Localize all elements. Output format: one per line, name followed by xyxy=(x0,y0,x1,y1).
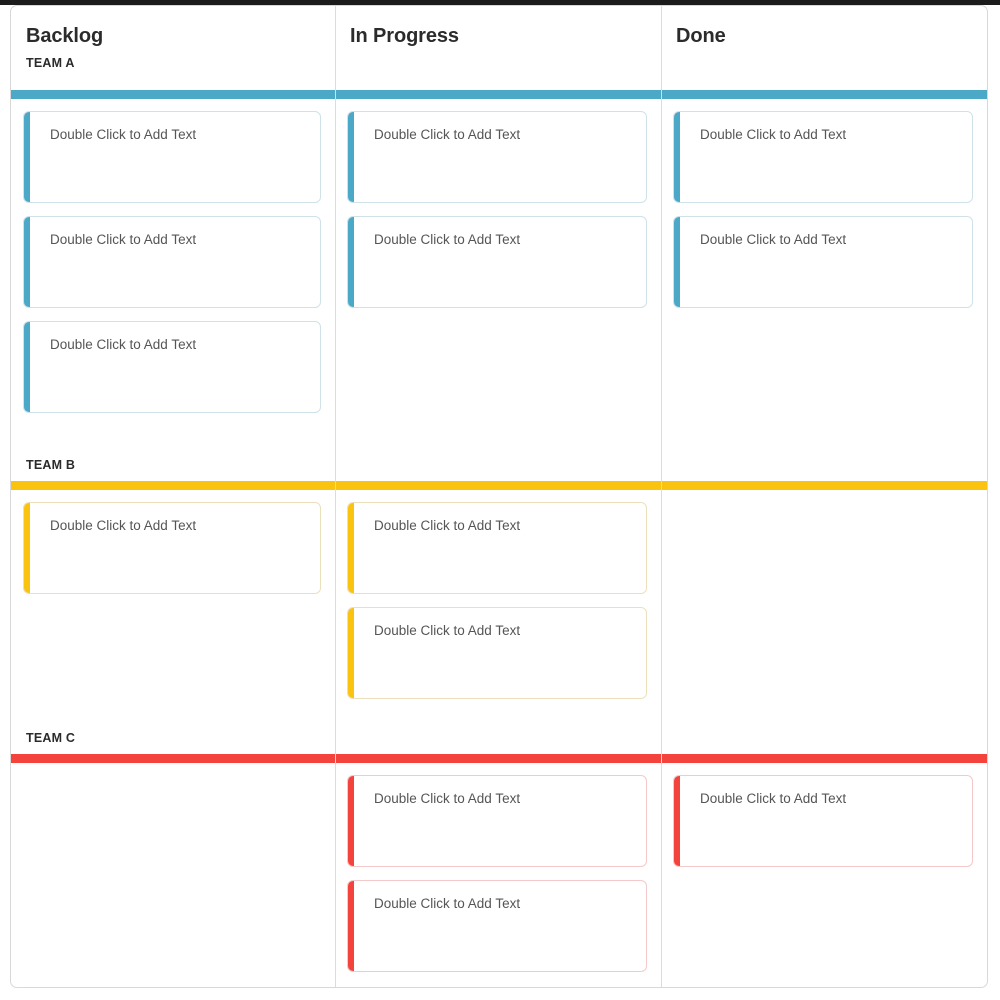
card-placeholder-text: Double Click to Add Text xyxy=(50,232,197,247)
card-placeholder-text: Double Click to Add Text xyxy=(374,518,521,533)
swimlane-team-b-done xyxy=(661,449,987,722)
swimlane-band-team-a xyxy=(11,90,335,99)
kanban-card[interactable]: Double Click to Add Text xyxy=(347,502,647,594)
swimlane-band-team-c xyxy=(11,754,335,763)
card-accent-bar xyxy=(24,112,30,202)
swimlane-label-row xyxy=(335,722,661,754)
card-accent-bar xyxy=(674,776,680,866)
card-placeholder-text: Double Click to Add Text xyxy=(374,232,521,247)
swimlane-label-row xyxy=(661,722,987,754)
card-placeholder-text: Double Click to Add Text xyxy=(374,127,521,142)
card-placeholder-text: Double Click to Add Text xyxy=(374,623,521,638)
kanban-card[interactable]: Double Click to Add Text xyxy=(673,111,973,203)
card-accent-bar xyxy=(348,608,354,698)
card-placeholder-text: Double Click to Add Text xyxy=(700,127,847,142)
swimlane-dropzone-team-b-backlog[interactable]: Double Click to Add Text xyxy=(11,490,335,722)
kanban-card[interactable]: Double Click to Add Text xyxy=(347,216,647,308)
swimlane-label-team-c: TEAM C xyxy=(26,731,76,745)
card-accent-bar xyxy=(24,322,30,412)
card-accent-bar xyxy=(348,881,354,971)
kanban-card[interactable]: Double Click to Add Text xyxy=(23,502,321,594)
column-divider xyxy=(335,6,336,987)
column-header-inprogress: In Progress xyxy=(335,6,661,90)
swimlane-team-a-inprogress: Double Click to Add Text Double Click to … xyxy=(335,90,661,449)
swimlane-band-team-b xyxy=(661,481,987,490)
swimlane-label-team-a: TEAM A xyxy=(26,56,75,70)
kanban-card[interactable]: Double Click to Add Text xyxy=(23,216,321,308)
column-title: Backlog xyxy=(26,25,104,47)
kanban-card[interactable]: Double Click to Add Text xyxy=(23,111,321,203)
swimlane-dropzone-team-a-inprogress[interactable]: Double Click to Add Text Double Click to … xyxy=(335,99,661,449)
swimlane-dropzone-team-b-inprogress[interactable]: Double Click to Add Text Double Click to … xyxy=(335,490,661,722)
swimlane-band-team-b xyxy=(335,481,661,490)
swimlane-label-team-b: TEAM B xyxy=(26,458,76,472)
swimlane-team-b-backlog: TEAM B Double Click to Add Text xyxy=(11,449,335,722)
column-header-backlog: Backlog TEAM A xyxy=(11,6,335,90)
board-column-backlog: Backlog TEAM A Double Click to Add Text Dou… xyxy=(11,6,335,987)
board-column-inprogress: In Progress Double Click to Add Text Doubl… xyxy=(335,6,661,987)
card-accent-bar xyxy=(348,503,354,593)
card-placeholder-text: Double Click to Add Text xyxy=(700,791,847,806)
kanban-card[interactable]: Double Click to Add Text xyxy=(23,321,321,413)
swimlane-team-b-inprogress: Double Click to Add Text Double Click to … xyxy=(335,449,661,722)
card-accent-bar xyxy=(348,776,354,866)
kanban-card[interactable]: Double Click to Add Text xyxy=(347,607,647,699)
swimlane-dropzone-team-a-backlog[interactable]: Double Click to Add Text Double Click to … xyxy=(11,99,335,449)
card-placeholder-text: Double Click to Add Text xyxy=(374,791,521,806)
card-placeholder-text: Double Click to Add Text xyxy=(50,127,197,142)
column-divider xyxy=(661,6,662,987)
swimlane-band-team-a xyxy=(335,90,661,99)
swimlane-team-c-inprogress: Double Click to Add Text Double Click to … xyxy=(335,722,661,987)
card-accent-bar xyxy=(348,217,354,307)
swimlane-label-row xyxy=(335,449,661,481)
card-placeholder-text: Double Click to Add Text xyxy=(700,232,847,247)
board-column-done: Done Double Click to Add Text Double Click… xyxy=(661,6,987,987)
swimlane-dropzone-team-a-done[interactable]: Double Click to Add Text Double Click to … xyxy=(661,99,987,449)
kanban-card[interactable]: Double Click to Add Text xyxy=(347,775,647,867)
swimlane-label-row: TEAM B xyxy=(11,449,335,481)
swimlane-dropzone-team-c-inprogress[interactable]: Double Click to Add Text Double Click to … xyxy=(335,763,661,987)
column-title: In Progress xyxy=(350,25,459,47)
swimlane-band-team-b xyxy=(11,481,335,490)
column-header-done: Done xyxy=(661,6,987,90)
card-accent-bar xyxy=(24,503,30,593)
swimlane-team-a-done: Double Click to Add Text Double Click to … xyxy=(661,90,987,449)
kanban-card[interactable]: Double Click to Add Text xyxy=(673,216,973,308)
swimlane-team-c-done: Double Click to Add Text xyxy=(661,722,987,987)
kanban-card[interactable]: Double Click to Add Text xyxy=(673,775,973,867)
swimlane-team-a-backlog: Double Click to Add Text Double Click to … xyxy=(11,90,335,449)
swimlane-band-team-c xyxy=(661,754,987,763)
swimlane-band-team-a xyxy=(661,90,987,99)
swimlane-dropzone-team-c-done[interactable]: Double Click to Add Text xyxy=(661,763,987,987)
swimlane-band-team-c xyxy=(335,754,661,763)
swimlane-label-row: TEAM C xyxy=(11,722,335,754)
swimlane-team-c-backlog: TEAM C xyxy=(11,722,335,987)
swimlane-dropzone-team-c-backlog[interactable] xyxy=(11,763,335,987)
swimlane-label-row xyxy=(661,449,987,481)
card-accent-bar xyxy=(24,217,30,307)
card-accent-bar xyxy=(674,217,680,307)
kanban-card[interactable]: Double Click to Add Text xyxy=(347,111,647,203)
column-title: Done xyxy=(676,25,726,47)
swimlane-dropzone-team-b-done[interactable] xyxy=(661,490,987,722)
kanban-card[interactable]: Double Click to Add Text xyxy=(347,880,647,972)
card-accent-bar xyxy=(674,112,680,202)
board-columns: Backlog TEAM A Double Click to Add Text Dou… xyxy=(11,6,987,987)
kanban-board: Backlog TEAM A Double Click to Add Text Dou… xyxy=(10,5,988,988)
card-accent-bar xyxy=(348,112,354,202)
card-placeholder-text: Double Click to Add Text xyxy=(50,337,197,352)
card-placeholder-text: Double Click to Add Text xyxy=(50,518,197,533)
card-placeholder-text: Double Click to Add Text xyxy=(374,896,521,911)
